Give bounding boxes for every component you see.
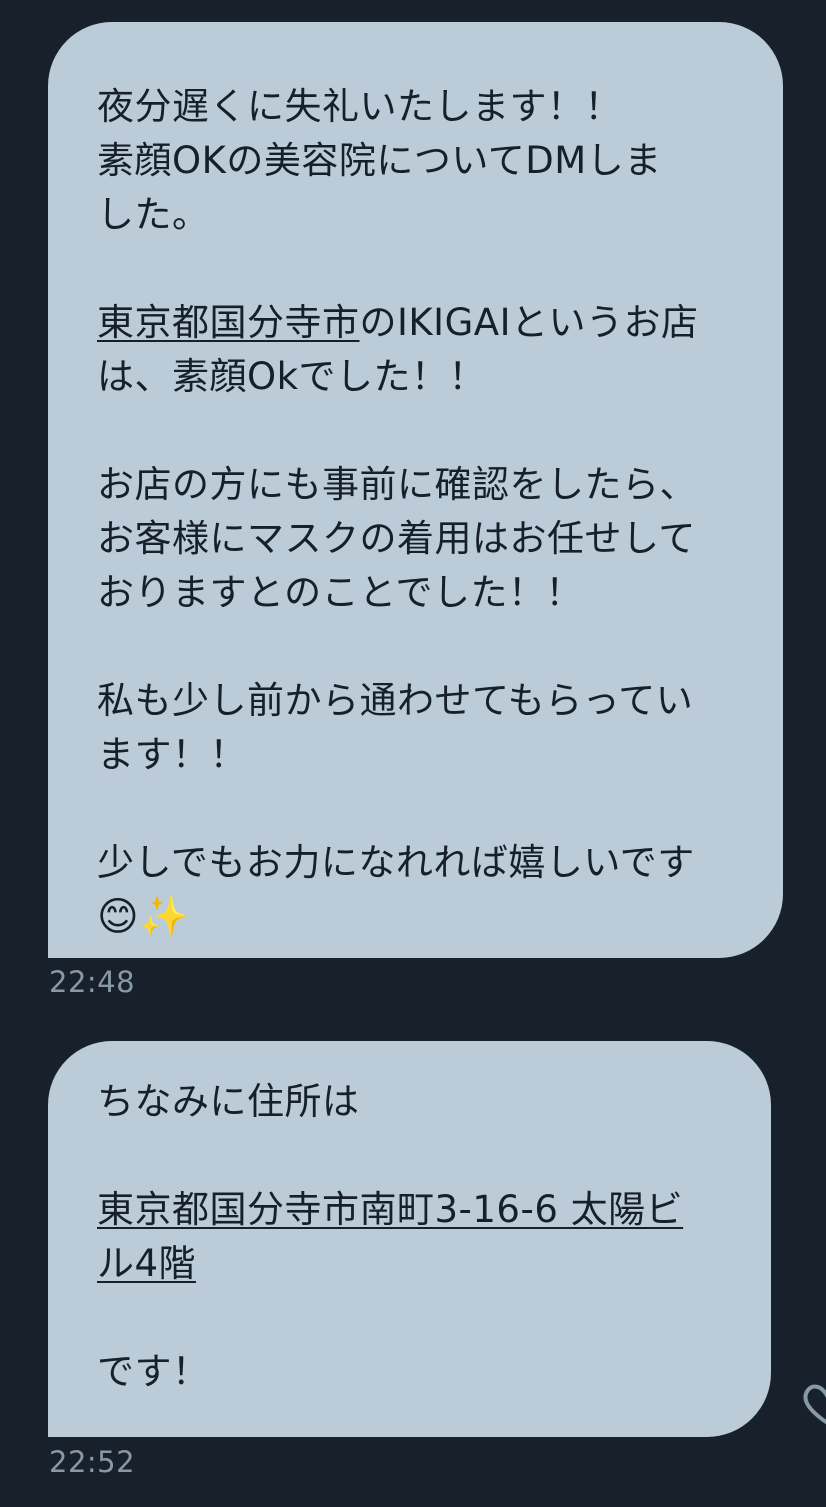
smile-sparkles-emoji: 😊✨ <box>97 894 190 940</box>
message-text-line: です！ <box>97 1350 210 1393</box>
address-link[interactable]: ル4階 <box>97 1242 196 1285</box>
message-text-line: おりますとのことでした！！ <box>97 571 584 614</box>
line-break <box>97 242 739 296</box>
message-text-line: 私も少し前から通わせてもらってい <box>97 679 694 722</box>
message-text-line: した。 <box>97 193 210 236</box>
message-text-line: 東京都国分寺市のIKIGAIというお店 <box>97 296 739 350</box>
heart-icon[interactable] <box>800 1372 826 1428</box>
message-text-line: 少しでもお力になれれば嬉しいです <box>97 841 695 884</box>
line-break <box>97 404 739 458</box>
message-text: のIKIGAIというお店 <box>359 301 699 344</box>
message-text-line: ル4階 <box>97 1237 727 1291</box>
line-break <box>97 620 739 674</box>
address-link[interactable]: 東京都国分寺市 <box>97 301 360 344</box>
message-text-line: ちなみに住所は <box>97 1080 360 1123</box>
message-timestamp: 22:52 <box>49 1445 136 1479</box>
message-text-line: ます！！ <box>97 733 247 776</box>
address-link[interactable]: 東京都国分寺市南町3-16-6 太陽ビ <box>97 1188 683 1231</box>
line-break <box>97 782 739 836</box>
message-text-line: 夜分遅くに失礼いたします！！ <box>97 85 622 128</box>
message-bubble[interactable]: 夜分遅くに失礼いたします！！ 素顔OKの美容院についてDMしま した。 東京都国… <box>48 22 783 958</box>
message-text-line: お客様にマスクの着用はお任せして <box>97 517 696 560</box>
line-break <box>97 1129 727 1183</box>
message-text-line: 素顔OKの美容院についてDMしま <box>97 139 662 182</box>
message-bubble[interactable]: ちなみに住所は 東京都国分寺市南町3-16-6 太陽ビ ル4階 です！ <box>48 1041 771 1437</box>
message-text-line: 東京都国分寺市南町3-16-6 太陽ビ <box>97 1183 727 1237</box>
message-text-line: は、素顔Okでした！！ <box>97 355 487 398</box>
message-text-line: お店の方にも事前に確認をしたら、 <box>97 463 697 506</box>
message-timestamp: 22:48 <box>49 965 136 999</box>
line-break <box>97 1291 727 1345</box>
